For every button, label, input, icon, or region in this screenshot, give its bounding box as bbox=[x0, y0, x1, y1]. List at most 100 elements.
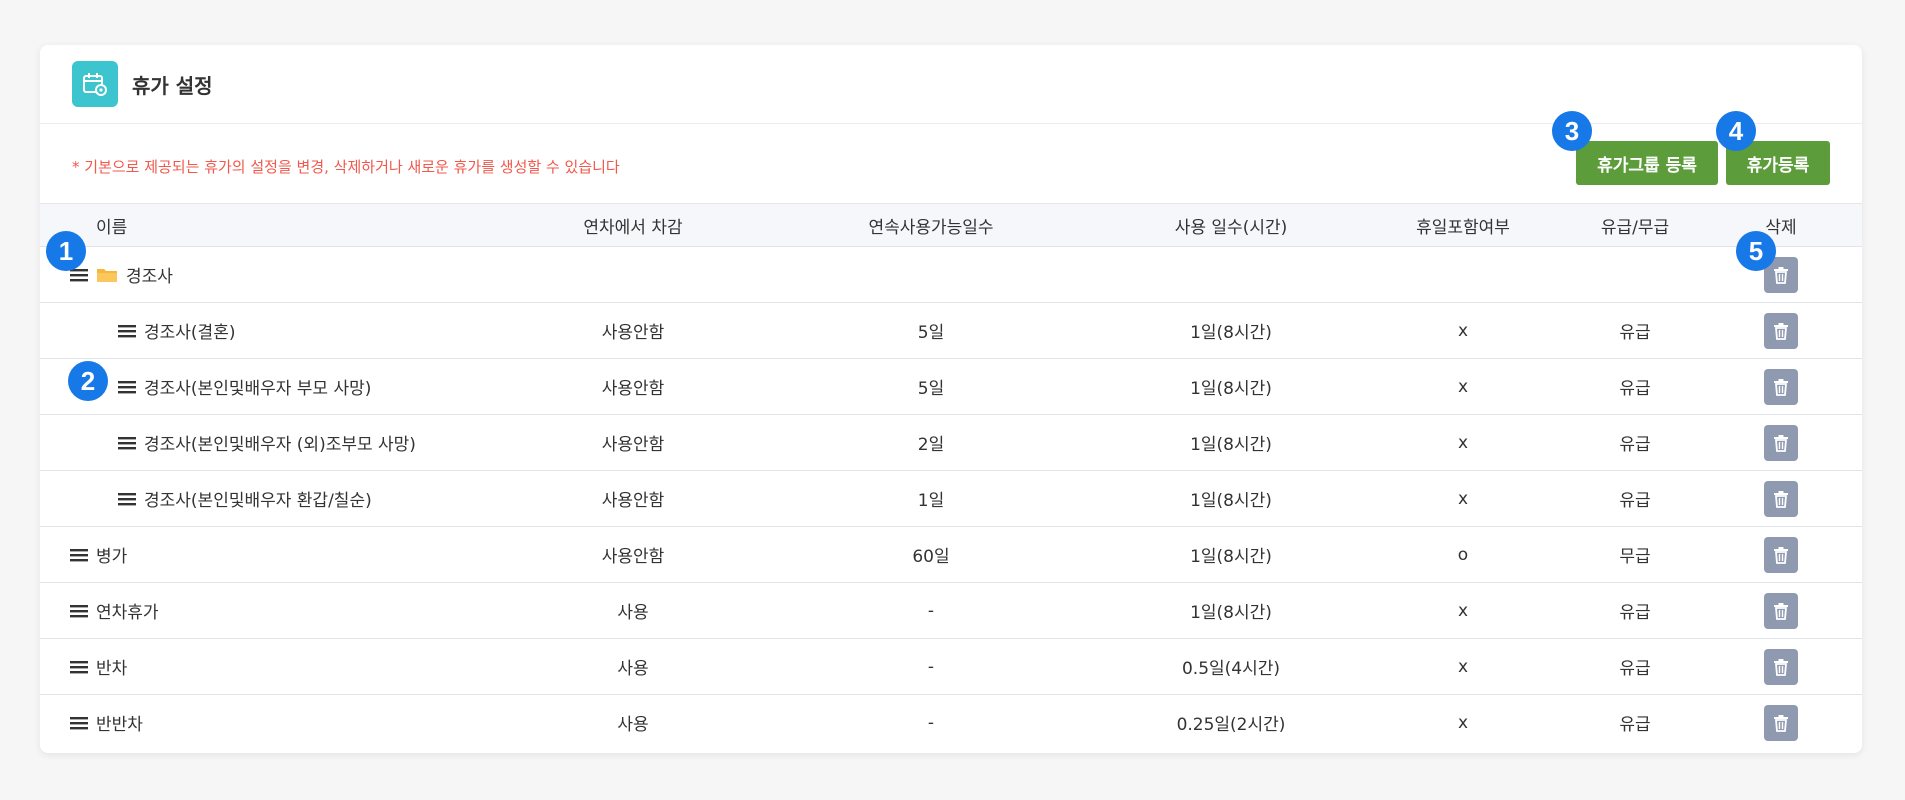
leave-name: 연차휴가 bbox=[96, 603, 159, 623]
holiday-cell bbox=[1356, 246, 1570, 303]
holiday-cell: o bbox=[1356, 526, 1570, 583]
page-title: 휴가 설정 bbox=[132, 73, 213, 98]
leave-name: 경조사(본인및배우자 부모 사망) bbox=[144, 379, 372, 399]
column-header-paid: 유급/무급 bbox=[1570, 204, 1700, 247]
table-header-row: 이름 연차에서 차감 연속사용가능일수 사용 일수(시간) 휴일포함여부 유급/… bbox=[40, 204, 1862, 247]
column-header-holiday: 휴일포함여부 bbox=[1356, 204, 1570, 247]
table-row[interactable]: 경조사(본인및배우자 환갑/칠순) 사용안함 1일 1일(8시간) x 유급 bbox=[40, 470, 1862, 527]
paid-cell: 유급 bbox=[1570, 638, 1700, 695]
add-leave-group-button[interactable]: 휴가그룹 등록 bbox=[1576, 141, 1718, 185]
delete-button[interactable] bbox=[1764, 536, 1798, 573]
column-header-delete: 삭제 bbox=[1700, 204, 1862, 247]
trash-icon bbox=[1773, 658, 1789, 676]
deduct-cell: 사용안함 bbox=[510, 414, 756, 471]
days-cell: 1일(8시간) bbox=[1106, 358, 1356, 415]
leave-name: 반차 bbox=[96, 659, 128, 679]
delete-button[interactable] bbox=[1764, 704, 1798, 741]
name-cell: 경조사 bbox=[40, 246, 510, 303]
paid-cell: 유급 bbox=[1570, 470, 1700, 527]
consecutive-cell: - bbox=[756, 638, 1106, 695]
deduct-cell: 사용안함 bbox=[510, 470, 756, 527]
name-cell: 반반차 bbox=[40, 695, 510, 751]
drag-handle-icon[interactable] bbox=[118, 323, 136, 339]
consecutive-cell: 5일 bbox=[756, 358, 1106, 415]
holiday-cell: x bbox=[1356, 470, 1570, 527]
holiday-cell: x bbox=[1356, 638, 1570, 695]
deduct-cell: 사용 bbox=[510, 638, 756, 695]
delete-button[interactable] bbox=[1764, 648, 1798, 685]
leave-table: 이름 연차에서 차감 연속사용가능일수 사용 일수(시간) 휴일포함여부 유급/… bbox=[40, 204, 1862, 750]
delete-button[interactable] bbox=[1764, 424, 1798, 461]
table-row[interactable]: 경조사(본인및배우자 부모 사망) 사용안함 5일 1일(8시간) x 유급 bbox=[40, 358, 1862, 415]
paid-cell: 유급 bbox=[1619, 715, 1651, 735]
drag-handle-icon[interactable] bbox=[70, 659, 88, 675]
days-cell: 1일(8시간) bbox=[1106, 582, 1356, 639]
delete-button[interactable] bbox=[1764, 480, 1798, 517]
trash-icon bbox=[1773, 490, 1789, 508]
paid-cell: 유급 bbox=[1570, 582, 1700, 639]
table-row[interactable]: 경조사(결혼) 사용안함 5일 1일(8시간) x 유급 bbox=[40, 302, 1862, 359]
drag-handle-icon[interactable] bbox=[70, 603, 88, 619]
table-row[interactable]: 병가 사용안함 60일 1일(8시간) o 무급 bbox=[40, 526, 1862, 583]
name-cell: 경조사(본인및배우자 부모 사망) bbox=[40, 358, 510, 415]
drag-handle-icon[interactable] bbox=[70, 547, 88, 563]
holiday-cell: x bbox=[1356, 302, 1570, 359]
notice-text: * 기본으로 제공되는 휴가의 설정을 변경, 삭제하거나 새로운 휴가를 생성… bbox=[72, 158, 620, 176]
delete-cell bbox=[1700, 582, 1862, 639]
days-cell: 1일(8시간) bbox=[1106, 302, 1356, 359]
consecutive-cell: - bbox=[756, 582, 1106, 639]
trash-icon bbox=[1773, 322, 1789, 340]
table-row[interactable]: 경조사(본인및배우자 (외)조부모 사망) 사용안함 2일 1일(8시간) x 유급 bbox=[40, 414, 1862, 471]
trash-icon bbox=[1773, 546, 1789, 564]
days-cell: 1일(8시간) bbox=[1106, 470, 1356, 527]
drag-handle-icon[interactable] bbox=[70, 715, 88, 731]
delete-button[interactable] bbox=[1764, 368, 1798, 405]
delete-cell bbox=[1700, 302, 1862, 359]
drag-handle-icon[interactable] bbox=[118, 491, 136, 507]
name-cell: 반차 bbox=[40, 638, 510, 695]
column-header-name: 이름 bbox=[40, 204, 510, 247]
trash-icon bbox=[1773, 378, 1789, 396]
annotation-badge-1: 1 bbox=[46, 231, 86, 271]
calendar-gear-icon bbox=[72, 61, 118, 107]
consecutive-cell: 5일 bbox=[756, 302, 1106, 359]
days-cell: 0.25일(2시간) bbox=[1176, 715, 1286, 735]
holiday-cell: x bbox=[1356, 414, 1570, 471]
delete-button[interactable] bbox=[1764, 592, 1798, 629]
leave-name: 경조사 bbox=[126, 267, 173, 287]
column-header-days: 사용 일수(시간) bbox=[1106, 204, 1356, 247]
column-header-deduct: 연차에서 차감 bbox=[510, 204, 756, 247]
paid-cell: 유급 bbox=[1570, 302, 1700, 359]
drag-handle-icon[interactable] bbox=[118, 435, 136, 451]
delete-button[interactable] bbox=[1764, 312, 1798, 349]
holiday-cell: x bbox=[1457, 712, 1469, 733]
deduct-cell: 사용안함 bbox=[510, 358, 756, 415]
table-row[interactable]: 연차휴가 사용 -1일(8시간) x 유급 bbox=[40, 582, 1862, 639]
leave-name: 반반차 bbox=[96, 715, 143, 735]
trash-icon bbox=[1773, 714, 1789, 732]
days-cell: 0.5일(4시간) bbox=[1106, 638, 1356, 695]
trash-icon bbox=[1773, 434, 1789, 452]
column-header-consecutive: 연속사용가능일수 bbox=[756, 204, 1106, 247]
folder-icon bbox=[96, 266, 118, 284]
consecutive-cell: 2일 bbox=[756, 414, 1106, 471]
delete-cell bbox=[1700, 414, 1862, 471]
drag-handle-icon[interactable] bbox=[118, 379, 136, 395]
consecutive-cell: 1일 bbox=[756, 470, 1106, 527]
deduct-cell: 사용안함 bbox=[510, 302, 756, 359]
table-row[interactable]: 반차 사용 -0.5일(4시간) x 유급 bbox=[40, 638, 1862, 695]
delete-cell bbox=[1700, 246, 1862, 303]
leave-name: 경조사(결혼) bbox=[144, 323, 236, 343]
annotation-badge-4: 4 bbox=[1716, 111, 1756, 151]
card-header: 휴가 설정 bbox=[40, 45, 1862, 124]
leave-name: 경조사(본인및배우자 환갑/칠순) bbox=[144, 491, 372, 511]
annotation-badge-3: 3 bbox=[1552, 111, 1592, 151]
consecutive-cell: - bbox=[927, 712, 935, 733]
table-row-group[interactable]: 경조사 bbox=[40, 246, 1862, 303]
leave-name: 경조사(본인및배우자 (외)조부모 사망) bbox=[144, 435, 416, 455]
name-cell: 연차휴가 bbox=[40, 582, 510, 639]
deduct-cell: 사용안함 bbox=[510, 526, 756, 583]
paid-cell: 유급 bbox=[1570, 414, 1700, 471]
table-row[interactable]: 반반차 사용 - 0.25일(2시간) x 유급 bbox=[40, 695, 1862, 751]
name-cell: 경조사(본인및배우자 (외)조부모 사망) bbox=[40, 414, 510, 471]
